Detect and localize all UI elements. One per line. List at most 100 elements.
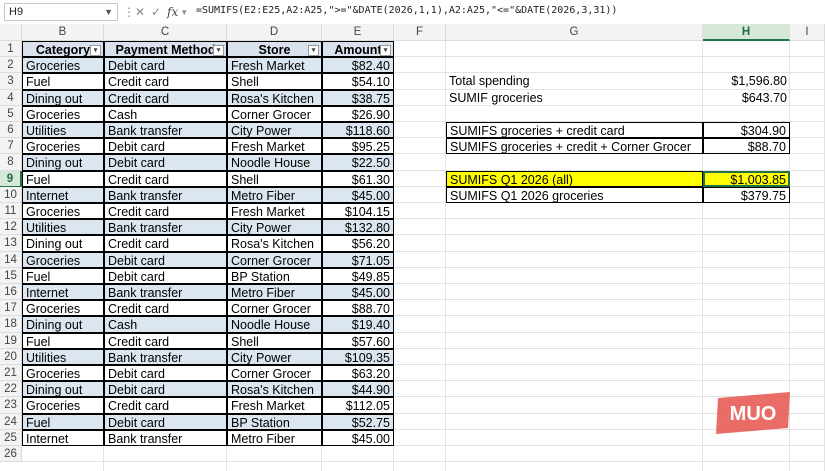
column-header-i[interactable]: I <box>790 24 825 41</box>
table-cell-d[interactable]: Rosa's Kitchen <box>227 89 322 106</box>
table-cell-c[interactable]: Bank transfer <box>104 429 227 446</box>
table-cell-b[interactable]: Internet <box>22 186 104 203</box>
row-header-13[interactable]: 13 <box>0 235 22 252</box>
table-cell-d[interactable]: Corner Grocer <box>227 105 322 122</box>
table-cell-b[interactable]: Dining out <box>22 316 104 333</box>
column-header-f[interactable]: F <box>394 24 446 41</box>
table-cell-b[interactable]: Dining out <box>22 381 104 398</box>
row-header-21[interactable]: 21 <box>0 365 22 382</box>
row-header-18[interactable]: 18 <box>0 316 22 333</box>
row-header-17[interactable]: 17 <box>0 300 22 317</box>
table-cell-b[interactable]: Fuel <box>22 332 104 349</box>
table-cell-c[interactable]: Credit card <box>104 73 227 90</box>
table-cell-b[interactable]: Internet <box>22 284 104 301</box>
table-cell-d[interactable]: City Power <box>227 348 322 365</box>
column-header-b[interactable]: B <box>22 24 104 41</box>
table-cell-e[interactable]: $104.15 <box>322 203 394 220</box>
table-cell-d[interactable]: Fresh Market <box>227 203 322 220</box>
table-cell-d[interactable]: BP Station <box>227 413 322 430</box>
row-header-2[interactable]: 2 <box>0 57 22 74</box>
table-cell-e[interactable]: $49.85 <box>322 267 394 284</box>
table-cell-d[interactable]: Metro Fiber <box>227 429 322 446</box>
table-cell-b[interactable]: Fuel <box>22 413 104 430</box>
table-header-0[interactable]: Category ▾ <box>22 41 104 58</box>
table-cell-e[interactable]: $44.90 <box>322 381 394 398</box>
column-header-c[interactable]: C <box>104 24 227 41</box>
table-cell-b[interactable]: Groceries <box>22 300 104 317</box>
summary-value[interactable]: $379.75 <box>703 186 790 203</box>
row-header-19[interactable]: 19 <box>0 332 22 349</box>
table-cell-b[interactable]: Fuel <box>22 267 104 284</box>
spreadsheet-grid[interactable]: B C D E F G H I 1 2 3 4 5 6 7 8 9 10 11 12 13 14 15 16 17 18 19 20 2… <box>0 24 825 471</box>
row-header-12[interactable]: 12 <box>0 219 22 236</box>
more-options-icon[interactable]: ⋮ <box>123 4 135 20</box>
row-header-15[interactable]: 15 <box>0 267 22 284</box>
table-cell-b[interactable]: Dining out <box>22 235 104 252</box>
table-cell-c[interactable]: Debit card <box>104 413 227 430</box>
table-cell-d[interactable]: Corner Grocer <box>227 300 322 317</box>
column-header-d[interactable]: D <box>227 24 322 41</box>
table-cell-e[interactable]: $63.20 <box>322 365 394 382</box>
table-cell-e[interactable]: $132.80 <box>322 219 394 236</box>
summary-value[interactable]: $643.70 <box>703 90 790 106</box>
table-cell-b[interactable]: Utilities <box>22 348 104 365</box>
table-cell-b[interactable]: Groceries <box>22 57 104 74</box>
table-cell-c[interactable]: Bank transfer <box>104 186 227 203</box>
table-cell-c[interactable]: Cash <box>104 105 227 122</box>
table-cell-b[interactable]: Groceries <box>22 397 104 414</box>
row-header-24[interactable]: 24 <box>0 413 22 430</box>
summary-label[interactable]: SUMIFS Q1 2026 (all) <box>446 170 703 187</box>
row-header-9[interactable]: 9 <box>0 170 22 187</box>
table-cell-c[interactable]: Debit card <box>104 267 227 284</box>
formula-input[interactable]: =SUMIFS(E2:E25,A2:A25,">="&DATE(2026,1,1… <box>196 5 617 16</box>
row-header-22[interactable]: 22 <box>0 381 22 398</box>
table-cell-b[interactable]: Internet <box>22 429 104 446</box>
table-cell-e[interactable]: $82.40 <box>322 57 394 74</box>
table-cell-b[interactable]: Fuel <box>22 73 104 90</box>
insert-function-icon[interactable]: fx <box>167 4 178 20</box>
table-cell-e[interactable]: $88.70 <box>322 300 394 317</box>
table-cell-b[interactable]: Dining out <box>22 154 104 171</box>
row-header-14[interactable]: 14 <box>0 251 22 268</box>
table-cell-e[interactable]: $45.00 <box>322 429 394 446</box>
table-cell-d[interactable]: Rosa's Kitchen <box>227 235 322 252</box>
table-cell-c[interactable]: Bank transfer <box>104 122 227 139</box>
table-cell-b[interactable]: Dining out <box>22 89 104 106</box>
table-cell-d[interactable]: Shell <box>227 170 322 187</box>
table-cell-e[interactable]: $22.50 <box>322 154 394 171</box>
table-cell-d[interactable]: Corner Grocer <box>227 365 322 382</box>
table-cell-d[interactable]: Shell <box>227 73 322 90</box>
table-header-2[interactable]: Store ▾ <box>227 41 322 58</box>
summary-label[interactable]: Total spending <box>446 73 703 89</box>
row-header-11[interactable]: 11 <box>0 203 22 220</box>
table-cell-c[interactable]: Credit card <box>104 235 227 252</box>
summary-label[interactable]: SUMIFS groceries + credit + Corner Groce… <box>446 138 703 155</box>
table-cell-b[interactable]: Groceries <box>22 138 104 155</box>
summary-label[interactable]: SUMIF groceries <box>446 90 703 106</box>
table-cell-e[interactable]: $26.90 <box>322 105 394 122</box>
row-header-5[interactable]: 5 <box>0 105 22 122</box>
table-cell-d[interactable]: City Power <box>227 122 322 139</box>
table-cell-c[interactable]: Credit card <box>104 170 227 187</box>
table-cell-d[interactable]: Fresh Market <box>227 397 322 414</box>
column-header-g[interactable]: G <box>446 24 703 41</box>
row-header-7[interactable]: 7 <box>0 138 22 155</box>
column-header-h[interactable]: H <box>703 24 790 41</box>
cancel-icon[interactable]: ✕ <box>135 4 145 20</box>
table-cell-e[interactable]: $38.75 <box>322 89 394 106</box>
table-cell-c[interactable]: Credit card <box>104 89 227 106</box>
table-cell-e[interactable]: $45.00 <box>322 284 394 301</box>
table-header-3[interactable]: Amount ▾ <box>322 41 394 58</box>
table-cell-d[interactable]: Metro Fiber <box>227 284 322 301</box>
table-cell-c[interactable]: Bank transfer <box>104 219 227 236</box>
column-header-e[interactable]: E <box>322 24 394 41</box>
table-cell-d[interactable]: Noodle House <box>227 316 322 333</box>
table-cell-d[interactable]: Rosa's Kitchen <box>227 381 322 398</box>
row-header-6[interactable]: 6 <box>0 122 22 139</box>
table-cell-b[interactable]: Groceries <box>22 203 104 220</box>
table-cell-c[interactable]: Bank transfer <box>104 348 227 365</box>
filter-dropdown-icon[interactable]: ▾ <box>308 45 319 56</box>
table-cell-c[interactable]: Cash <box>104 316 227 333</box>
table-cell-c[interactable]: Debit card <box>104 381 227 398</box>
table-cell-c[interactable]: Credit card <box>104 203 227 220</box>
